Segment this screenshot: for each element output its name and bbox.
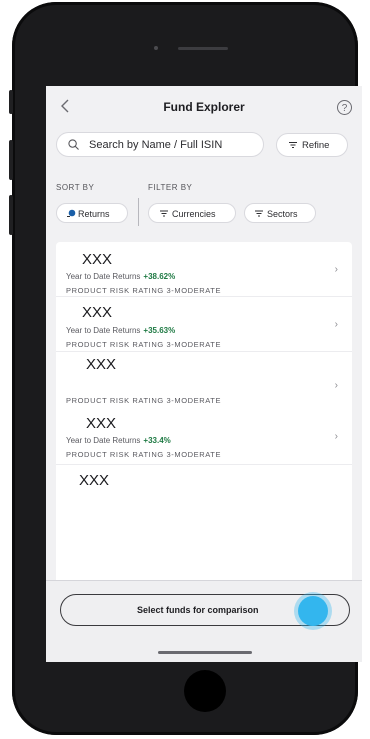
compare-label: Select funds for comparison xyxy=(137,605,259,615)
chevron-right-icon: › xyxy=(334,431,338,442)
fund-risk: PRODUCT RISK RATING 3-MODERATE xyxy=(66,450,222,459)
home-indicator xyxy=(158,651,252,654)
filter-sectors-chip[interactable]: Sectors xyxy=(244,203,316,223)
returns-label: Year to Date Returns xyxy=(66,326,141,335)
refine-button[interactable]: Refine xyxy=(276,133,348,157)
filter-lines-icon xyxy=(255,210,263,217)
home-button[interactable] xyxy=(184,670,226,712)
fund-risk: PRODUCT RISK RATING 3-MODERATE xyxy=(66,340,222,349)
filter-sectors-label: Sectors xyxy=(267,209,298,219)
filter-by-label: FILTER BY xyxy=(148,183,193,192)
volume-up-button xyxy=(9,140,13,180)
fund-card[interactable]: XXX Year to Date Returns +38.62% PRODUCT … xyxy=(56,242,352,297)
search-input[interactable] xyxy=(89,137,259,153)
fund-returns: Year to Date Returns +35.63% xyxy=(66,326,175,335)
returns-value: +38.62% xyxy=(143,272,176,281)
refine-label: Refine xyxy=(302,140,330,151)
sort-returns-chip[interactable]: Returns xyxy=(56,203,128,223)
chip-divider xyxy=(138,198,139,226)
volume-down-button xyxy=(9,195,13,235)
fund-name: XXX xyxy=(79,472,110,489)
filter-lines-icon xyxy=(160,210,168,217)
app-screen: Fund Explorer ? Refine SORT BY FILTER BY… xyxy=(46,86,362,662)
filter-currencies-label: Currencies xyxy=(172,209,216,219)
fund-card[interactable]: XXX xyxy=(56,465,352,525)
top-bar: Fund Explorer ? xyxy=(46,86,362,130)
fund-risk: PRODUCT RISK RATING 3-MODERATE xyxy=(66,396,222,405)
search-icon xyxy=(68,139,79,150)
fund-name: XXX xyxy=(82,251,113,268)
fund-returns: Year to Date Returns +38.62% xyxy=(66,272,175,281)
fund-name: XXX xyxy=(86,415,117,432)
page-title: Fund Explorer xyxy=(163,100,245,114)
fund-name: XXX xyxy=(86,356,117,373)
search-bar[interactable] xyxy=(56,132,264,157)
fund-list: XXX Year to Date Returns +38.62% PRODUCT … xyxy=(56,242,352,582)
chevron-right-icon: › xyxy=(334,380,338,391)
returns-value: +33.4% xyxy=(143,436,171,445)
touch-indicator xyxy=(298,596,328,626)
mute-switch xyxy=(9,90,13,114)
question-circle-icon[interactable]: ? xyxy=(337,100,352,115)
phone-frame: Fund Explorer ? Refine SORT BY FILTER BY… xyxy=(12,2,362,735)
fund-card[interactable]: XXX Year to Date Returns +35.63% PRODUCT … xyxy=(56,297,352,352)
sort-returns-icon xyxy=(67,209,76,217)
returns-label: Year to Date Returns xyxy=(66,436,141,445)
sort-by-label: SORT BY xyxy=(56,183,95,192)
filter-lines-icon xyxy=(289,142,297,148)
fund-name: XXX xyxy=(82,304,113,321)
earpiece-speaker xyxy=(178,47,228,50)
fund-risk: PRODUCT RISK RATING 3-MODERATE xyxy=(66,286,222,295)
filter-currencies-chip[interactable]: Currencies xyxy=(148,203,236,223)
chevron-right-icon: › xyxy=(334,264,338,275)
front-camera xyxy=(154,46,158,50)
returns-value: +35.63% xyxy=(143,326,176,335)
returns-label: Year to Date Returns xyxy=(66,272,141,281)
sort-returns-label: Returns xyxy=(78,209,110,219)
fund-card[interactable]: XXX Year to Date Returns +33.4% PRODUCT R… xyxy=(56,408,352,465)
chevron-right-icon: › xyxy=(334,319,338,330)
compare-bar: Select funds for comparison xyxy=(46,580,362,662)
fund-returns: Year to Date Returns +33.4% xyxy=(66,436,171,445)
